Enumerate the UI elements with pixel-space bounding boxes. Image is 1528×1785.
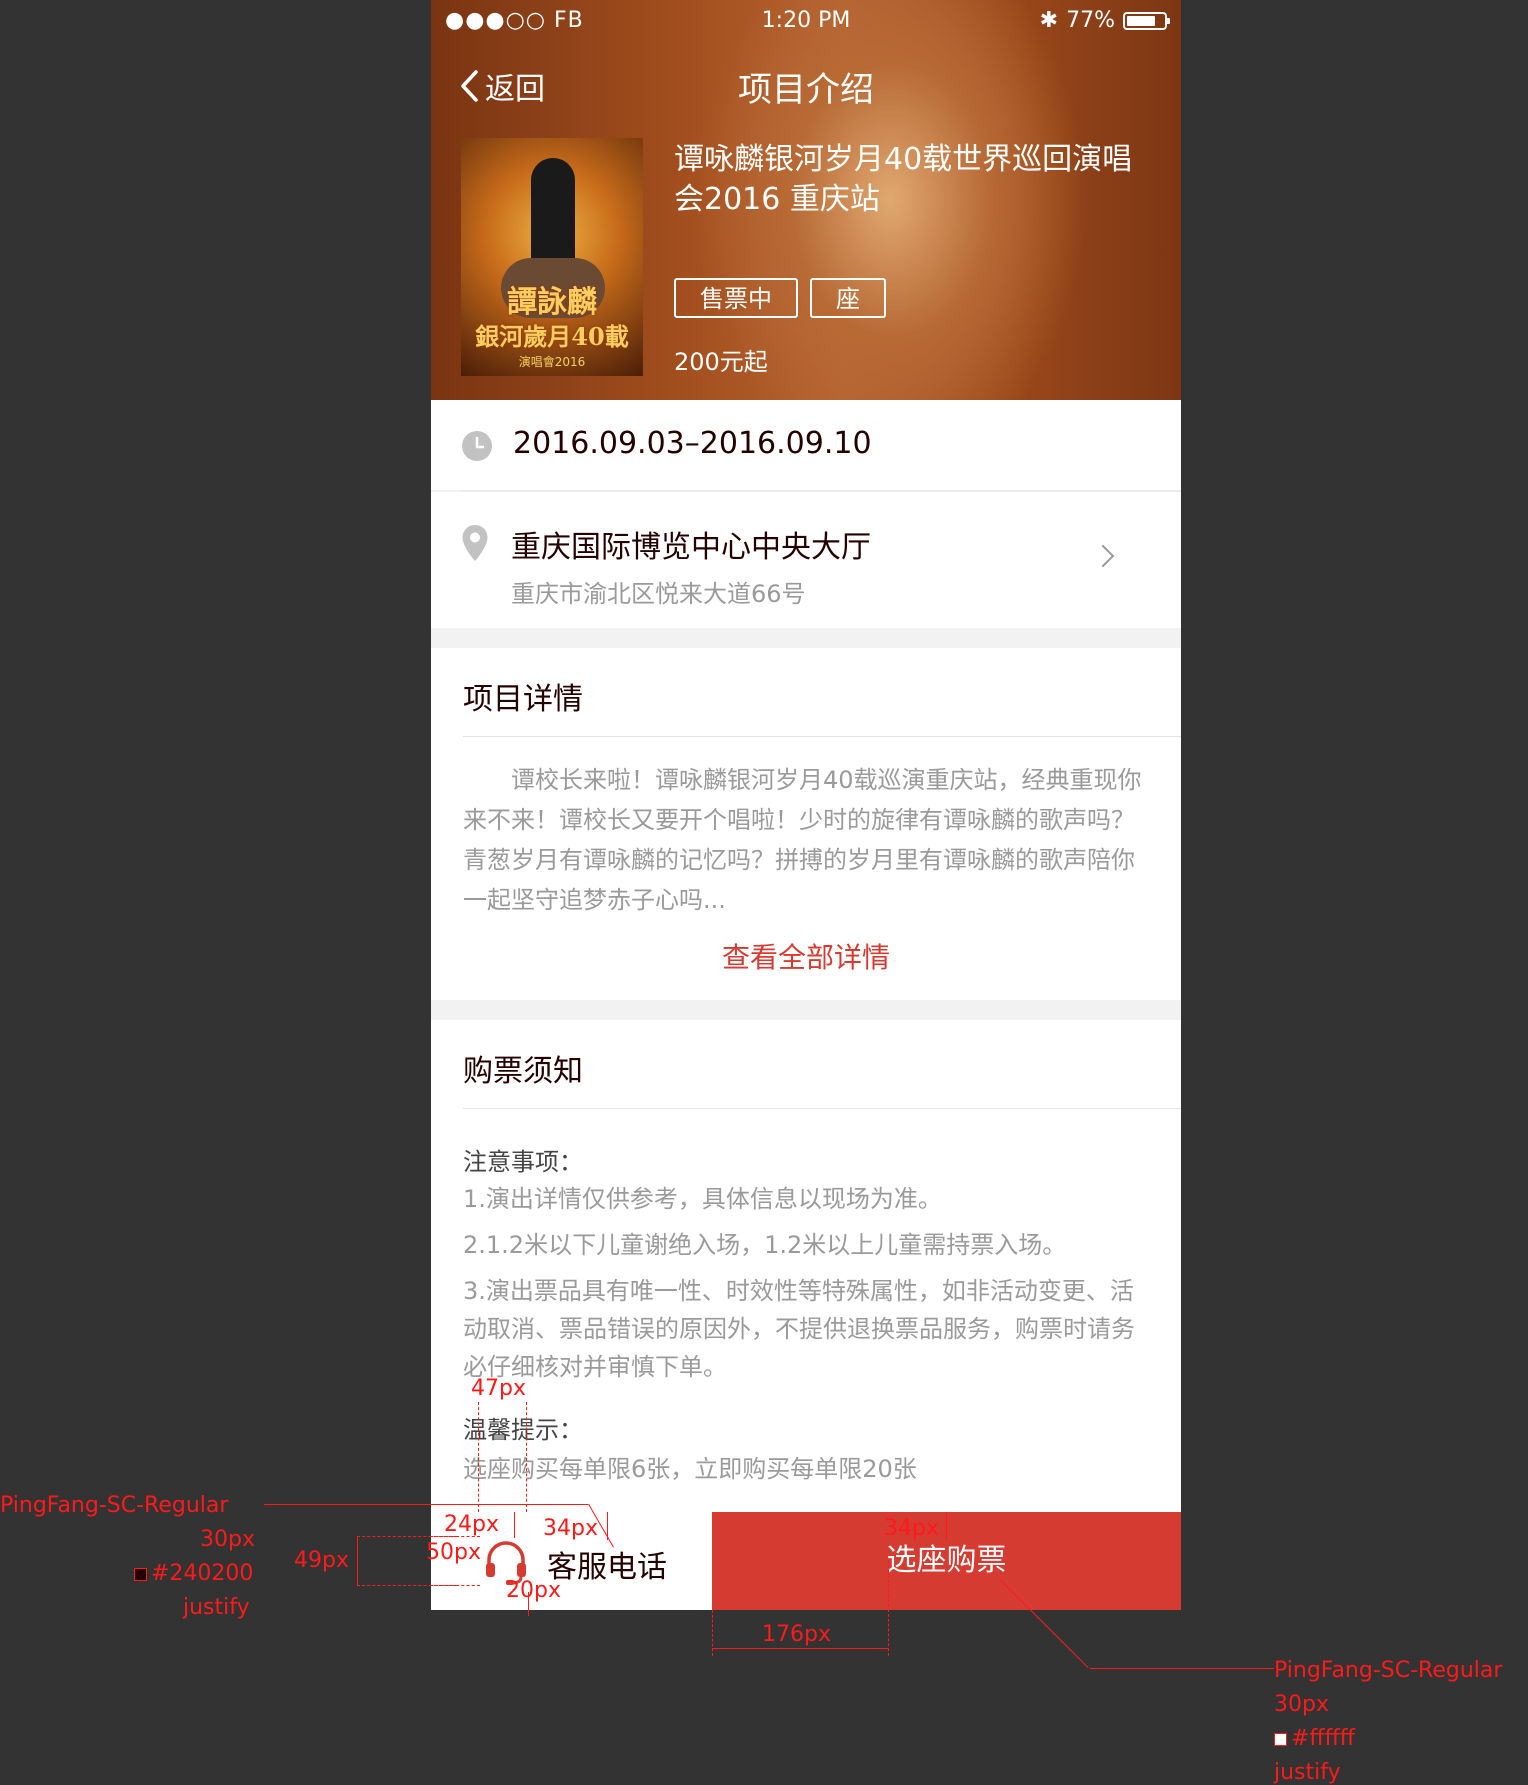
event-price: 200元起 [674, 348, 768, 376]
page-title: 项目介绍 [738, 70, 874, 110]
view-all-details-link[interactable]: 查看全部详情 [431, 936, 1181, 976]
dim-label: 34px [543, 1516, 598, 1541]
left-spec-align: justify [183, 1595, 250, 1620]
tip-title: 温馨提示： [463, 1416, 583, 1444]
tip-text: 选座购买每单限6张，立即购买每单限20张 [463, 1455, 917, 1483]
location-pin-icon [462, 525, 488, 561]
notice-item: 2.1.2米以下儿童谢绝入场，1.2米以上儿童需持票入场。 [463, 1231, 1067, 1259]
event-poster: 譚詠麟 銀河歲月40載 演唱會2016 [461, 138, 643, 376]
event-title: 谭咏麟银河岁月40载世界巡回演唱会2016 重庆站 [674, 142, 1133, 217]
status-bar: ●●●○○ FB 1:20 PM ✱ 77% [431, 0, 1181, 42]
right-spec-align: justify [1274, 1760, 1341, 1785]
dim-label: 24px [444, 1512, 499, 1537]
caution-title: 注意事项： [463, 1148, 583, 1176]
ticket-notice-section: 购票须知 注意事项： 1.演出详情仅供参考，具体信息以现场为准。 2.1.2米以… [431, 1020, 1181, 1520]
venue-address: 重庆市渝北区悦来大道66号 [511, 580, 806, 608]
section-title: 项目详情 [463, 682, 583, 717]
battery-percent: 77% [1066, 8, 1115, 33]
nav-bar: 返回 项目介绍 [431, 58, 1181, 114]
right-spec-font: PingFang-SC-Regular [1274, 1658, 1503, 1683]
dim-label: 47px [471, 1376, 526, 1401]
phone-screen: ●●●○○ FB 1:20 PM ✱ 77% 返回 项目介绍 譚詠麟 銀河歲月40… [431, 0, 1181, 1610]
service-label: 客服电话 [547, 1550, 667, 1585]
tag-on-sale: 售票中 [674, 278, 798, 318]
date-range: 2016.09.03–2016.09.10 [513, 426, 872, 461]
dim-label: 50px [426, 1540, 481, 1565]
right-spec-size: 30px [1274, 1692, 1329, 1717]
section-title: 购票须知 [463, 1054, 583, 1089]
event-header: ●●●○○ FB 1:20 PM ✱ 77% 返回 项目介绍 譚詠麟 銀河歲月40… [431, 0, 1181, 400]
bluetooth-icon: ✱ [1039, 8, 1059, 33]
left-spec-font: PingFang-SC-Regular [0, 1493, 229, 1518]
venue-name: 重庆国际博览中心中央大厅 [511, 530, 871, 565]
dim-label: 176px [762, 1622, 831, 1647]
notice-item: 3.演出票品具有唯一性、时效性等特殊属性，如非活动变更、活动取消、票品错误的原因… [463, 1277, 1135, 1381]
clock-icon [462, 431, 492, 461]
status-right: ✱ 77% [1039, 8, 1170, 33]
dim-label: 49px [294, 1548, 349, 1573]
divider [463, 1108, 1181, 1109]
dim-label: 20px [506, 1578, 561, 1603]
notice-item: 1.演出详情仅供参考，具体信息以现场为准。 [463, 1185, 942, 1213]
color-swatch [1274, 1732, 1287, 1746]
battery-icon [1123, 11, 1170, 30]
project-detail-section: 项目详情 谭校长来啦！谭咏麟银河岁月40载巡演重庆站，经典重现你来不来！谭校长又… [431, 648, 1181, 1000]
color-swatch [134, 1567, 147, 1581]
event-tags: 售票中 座 [674, 278, 886, 318]
tag-seat: 座 [810, 278, 886, 318]
divider [463, 736, 1181, 737]
date-row: 2016.09.03–2016.09.10 [431, 400, 1181, 490]
chevron-right-icon [1091, 544, 1115, 568]
venue-row[interactable]: 重庆国际博览中心中央大厅 重庆市渝北区悦来大道66号 [431, 492, 1181, 628]
detail-text: 谭校长来啦！谭咏麟银河岁月40载巡演重庆站，经典重现你来不来！谭校长又要开个唱啦… [463, 766, 1142, 914]
right-spec-color: #ffffff [1274, 1726, 1355, 1751]
left-spec-size: 30px [200, 1527, 255, 1552]
left-spec-color: #240200 [134, 1561, 253, 1586]
dim-label: 34px [884, 1516, 939, 1541]
